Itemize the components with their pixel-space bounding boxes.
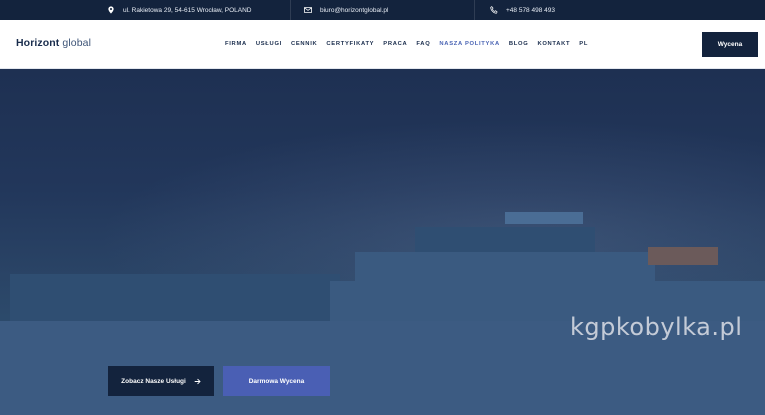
map-pin-icon	[108, 6, 114, 14]
free-quote-button[interactable]: Darmowa Wycena	[223, 366, 330, 396]
nav-menu: FIRMA USŁUGI CENNIK CERTYFIKATY PRACA FA…	[225, 41, 588, 47]
nav-item-firma[interactable]: FIRMA	[225, 41, 247, 47]
hero-section: Zobacz Nasze Usługi Darmowa Wycena	[0, 69, 765, 415]
quote-button[interactable]: Wycena	[702, 32, 758, 57]
see-services-label: Zobacz Nasze Usługi	[121, 377, 186, 385]
logo-light: global	[62, 37, 92, 49]
nav-item-uslugi[interactable]: USŁUGI	[256, 41, 282, 47]
see-services-button[interactable]: Zobacz Nasze Usługi	[108, 366, 214, 396]
phone-link[interactable]: +48 578 498 493	[506, 7, 555, 14]
email-item[interactable]: biuro@horizontglobal.pl	[304, 0, 388, 20]
nav-item-kontakt[interactable]: KONTAKT	[537, 41, 570, 47]
envelope-icon	[304, 7, 312, 13]
nav-item-certyfikaty[interactable]: CERTYFIKATY	[326, 41, 374, 47]
site-watermark: kgpkobylka.pl	[570, 313, 743, 341]
background-building	[355, 252, 655, 282]
nav-item-cennik[interactable]: CENNIK	[291, 41, 317, 47]
nav-item-blog[interactable]: BLOG	[509, 41, 529, 47]
topbar-divider	[290, 0, 291, 20]
background-building	[505, 212, 583, 224]
background-building	[648, 247, 718, 265]
phone-icon	[490, 6, 498, 14]
phone-item[interactable]: +48 578 498 493	[490, 0, 555, 20]
nav-item-praca[interactable]: PRACA	[383, 41, 407, 47]
top-bar: ul. Rakietowa 29, 54-615 Wrocław, POLAND…	[0, 0, 765, 20]
topbar-divider	[474, 0, 475, 20]
brand-logo[interactable]: Horizont global	[16, 37, 91, 49]
main-navigation: Horizont global FIRMA USŁUGI CENNIK CERT…	[0, 20, 765, 69]
nav-item-faq[interactable]: FAQ	[416, 41, 430, 47]
address-text: ul. Rakietowa 29, 54-615 Wrocław, POLAND	[123, 6, 252, 14]
logo-bold: Horizont	[16, 37, 60, 49]
background-building	[415, 227, 595, 255]
arrow-right-icon	[194, 378, 201, 384]
background-building	[10, 274, 340, 322]
language-switcher[interactable]: PL	[579, 41, 588, 47]
email-link[interactable]: biuro@horizontglobal.pl	[320, 7, 388, 14]
nav-item-nasza-polityka[interactable]: NASZA POLITYKA	[439, 41, 499, 47]
address-item: ul. Rakietowa 29, 54-615 Wrocław, POLAND	[107, 0, 252, 20]
